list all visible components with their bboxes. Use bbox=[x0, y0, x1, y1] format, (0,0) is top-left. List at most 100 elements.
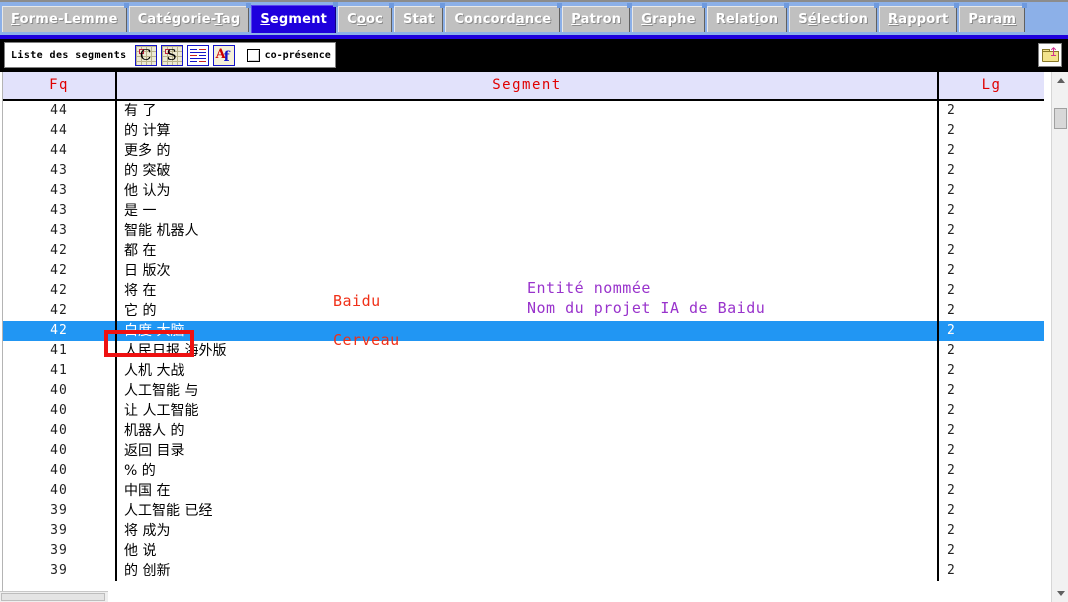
arrow-down-icon bbox=[1056, 591, 1065, 596]
table-row[interactable]: 39 将 成为 2 bbox=[3, 521, 1044, 541]
cell-lg: 2 bbox=[947, 443, 955, 458]
toolbar: Liste des segments C S A f co-présence ↥ bbox=[0, 39, 1068, 72]
tab-label: Segment bbox=[260, 12, 328, 27]
table-row[interactable]: 40 中国 在 2 bbox=[3, 481, 1044, 501]
scroll-up-button[interactable] bbox=[1052, 72, 1068, 89]
cell-lg: 2 bbox=[947, 403, 955, 418]
cell-fq: 43 bbox=[3, 201, 117, 221]
cell-fq: 44 bbox=[3, 121, 117, 141]
folder-open-button[interactable]: ↥ bbox=[1038, 43, 1062, 67]
toolbar-title: Liste des segments bbox=[11, 49, 127, 61]
cell-fq: 39 bbox=[3, 541, 117, 561]
cell-segment: 让 人工智能 bbox=[117, 401, 939, 421]
tab-patron[interactable]: Patron bbox=[562, 3, 633, 32]
cell-segment: 更多 的 bbox=[117, 141, 939, 161]
cell-fq: 42 bbox=[3, 241, 117, 261]
table-row[interactable]: 42 日 版次 2 bbox=[3, 261, 1044, 281]
cell-lg: 2 bbox=[947, 163, 955, 178]
column-header-segment[interactable]: Segment bbox=[117, 72, 939, 99]
cell-lg: 2 bbox=[947, 523, 955, 538]
table-row[interactable]: 40 让 人工智能 2 bbox=[3, 401, 1044, 421]
table-row[interactable]: 42 白度 大脑 2 bbox=[3, 321, 1044, 341]
table-row[interactable]: 43 是 一 2 bbox=[3, 201, 1044, 221]
table-row[interactable]: 43 智能 机器人 2 bbox=[3, 221, 1044, 241]
tab-label: Patron bbox=[571, 12, 622, 27]
tab-stat[interactable]: Stat bbox=[394, 3, 446, 32]
table-row[interactable]: 42 将 在 2 bbox=[3, 281, 1044, 301]
table-row[interactable]: 40% 的 2 bbox=[3, 461, 1044, 481]
af-button[interactable]: A f bbox=[212, 44, 235, 66]
cell-lg: 2 bbox=[947, 203, 955, 218]
tab-param[interactable]: Param bbox=[959, 3, 1027, 32]
table-row[interactable]: 42 它 的 2 bbox=[3, 301, 1044, 321]
scroll-down-button[interactable] bbox=[1052, 585, 1068, 602]
column-header-fq[interactable]: Fq bbox=[3, 72, 117, 99]
horizontal-scrollbar-thumb[interactable] bbox=[1, 593, 105, 601]
segment-c-button[interactable]: C bbox=[134, 44, 157, 66]
cell-fq: 42 bbox=[3, 281, 117, 301]
cell-fq: 40 bbox=[3, 381, 117, 401]
cell-fq: 39 bbox=[3, 561, 117, 581]
cell-lg: 2 bbox=[947, 543, 955, 558]
cell-lg: 2 bbox=[947, 183, 955, 198]
application-window: Forme-Lemme Catégorie-Tag Segment Cooc Stat C… bbox=[0, 0, 1068, 602]
tab-label: Sélection bbox=[798, 12, 869, 27]
tab-relation[interactable]: Relation bbox=[706, 3, 789, 32]
tab-label: Concordance bbox=[454, 12, 552, 27]
cell-fq: 40 bbox=[3, 441, 117, 461]
cell-segment: 智能 机器人 bbox=[117, 221, 939, 241]
co-presence-checkbox-group[interactable]: co-présence bbox=[245, 48, 331, 62]
cell-lg: 2 bbox=[947, 503, 955, 518]
tab-label: Catégorie-Tag bbox=[137, 12, 241, 27]
table-row[interactable]: 41 人机 大战 2 bbox=[3, 361, 1044, 381]
cell-fq: 39 bbox=[3, 521, 117, 541]
cell-lg: 2 bbox=[947, 223, 955, 238]
table-row[interactable]: 40 返回 目录 2 bbox=[3, 441, 1044, 461]
table-row[interactable]: 41 人民日报 海外版 2 bbox=[3, 341, 1044, 361]
cell-segment: 中国 在 bbox=[117, 481, 939, 501]
table-row[interactable]: 43 他 认为 2 bbox=[3, 181, 1044, 201]
tab-categorie-tag[interactable]: Catégorie-Tag bbox=[128, 3, 251, 32]
table-row[interactable]: 40 人工智能 与 2 bbox=[3, 381, 1044, 401]
tab-segment[interactable]: Segment bbox=[251, 2, 338, 33]
segment-s-icon: S bbox=[166, 45, 177, 64]
table-row[interactable]: 42 都 在 2 bbox=[3, 241, 1044, 261]
tab-forme-lemme[interactable]: Forme-Lemme bbox=[2, 3, 129, 32]
table-row[interactable]: 44 更多 的 2 bbox=[3, 141, 1044, 161]
cell-lg: 2 bbox=[947, 143, 955, 158]
cell-lg: 2 bbox=[947, 363, 955, 378]
cell-fq: 43 bbox=[3, 181, 117, 201]
segment-s-button[interactable]: S bbox=[160, 44, 183, 66]
cell-fq: 43 bbox=[3, 161, 117, 181]
cell-lg: 2 bbox=[947, 483, 955, 498]
table-row[interactable]: 39 的 创新 2 bbox=[3, 561, 1044, 581]
cell-lg: 2 bbox=[947, 383, 955, 398]
tab-rapport[interactable]: Rapport bbox=[879, 3, 960, 32]
cell-lg: 2 bbox=[947, 323, 955, 338]
tab-selection[interactable]: Sélection bbox=[789, 3, 879, 32]
table-row[interactable]: 40 机器人 的 2 bbox=[3, 421, 1044, 441]
vertical-scrollbar[interactable] bbox=[1051, 72, 1068, 602]
tab-label: Rapport bbox=[888, 12, 949, 27]
co-presence-checkbox[interactable] bbox=[246, 48, 260, 62]
arrow-up-icon bbox=[1056, 78, 1065, 83]
tab-label: Graphe bbox=[641, 12, 696, 27]
cell-lg: 2 bbox=[947, 463, 955, 478]
table-row[interactable]: 43 的 突破 2 bbox=[3, 161, 1044, 181]
cell-lg: 2 bbox=[947, 123, 955, 138]
co-presence-label: co-présence bbox=[264, 49, 331, 61]
list-lines-button[interactable] bbox=[186, 44, 209, 66]
tab-concordance[interactable]: Concordance bbox=[445, 3, 563, 32]
table-row[interactable]: 39 人工智能 已经 2 bbox=[3, 501, 1044, 521]
cell-segment: 的 计算 bbox=[117, 121, 939, 141]
tab-graphe[interactable]: Graphe bbox=[632, 3, 708, 32]
vertical-scrollbar-thumb[interactable] bbox=[1054, 108, 1067, 129]
horizontal-scrollbar[interactable] bbox=[0, 591, 108, 602]
tab-cooc[interactable]: Cooc bbox=[338, 3, 394, 32]
cell-segment: % 的 bbox=[117, 461, 939, 481]
table-row[interactable]: 44 的 计算 2 bbox=[3, 121, 1044, 141]
column-header-lg[interactable]: Lg bbox=[939, 72, 1044, 99]
table-row[interactable]: 39 他 说 2 bbox=[3, 541, 1044, 561]
cell-segment: 返回 目录 bbox=[117, 441, 939, 461]
table-row[interactable]: 44 有 了 2 bbox=[3, 101, 1044, 121]
